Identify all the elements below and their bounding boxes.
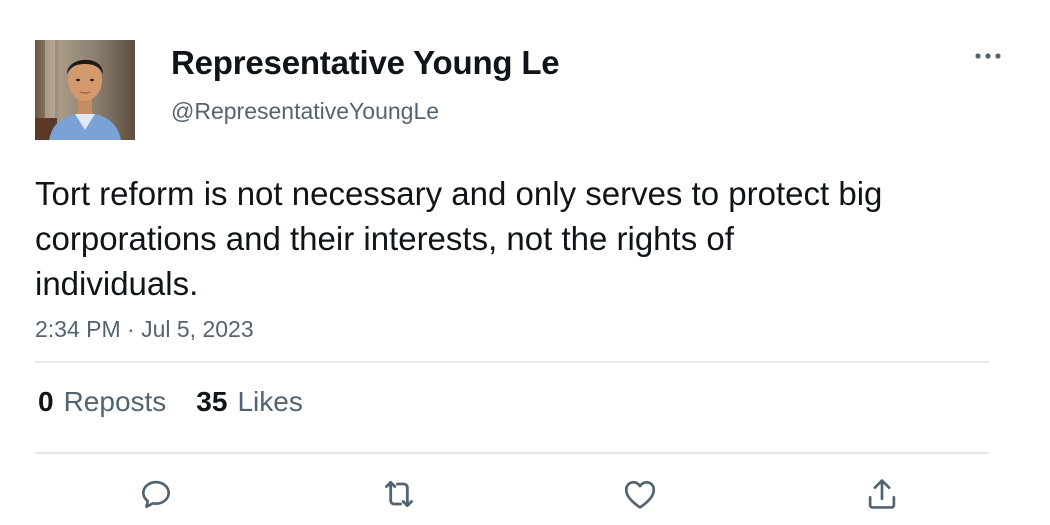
likes-stat[interactable]: 35 Likes bbox=[196, 386, 303, 418]
user-handle[interactable]: @RepresentativeYoungLe bbox=[171, 98, 439, 125]
reply-button[interactable] bbox=[136, 474, 176, 514]
reposts-stat[interactable]: 0 Reposts bbox=[38, 386, 166, 418]
profile-photo-icon bbox=[35, 40, 135, 140]
more-dots-icon bbox=[975, 53, 1001, 59]
engagement-stats: 0 Reposts 35 Likes bbox=[38, 386, 303, 418]
repost-icon bbox=[385, 480, 413, 508]
reposts-label: Reposts bbox=[63, 386, 167, 417]
likes-label: Likes bbox=[237, 386, 303, 417]
repost-button[interactable] bbox=[379, 474, 419, 514]
like-button[interactable] bbox=[620, 474, 660, 514]
tweet-card: Representative Young Le @RepresentativeY… bbox=[0, 0, 1050, 525]
avatar[interactable] bbox=[35, 40, 135, 140]
display-name[interactable]: Representative Young Le bbox=[171, 44, 560, 82]
divider bbox=[35, 361, 989, 363]
like-icon bbox=[624, 480, 656, 509]
tweet-timestamp[interactable]: 2:34 PM · Jul 5, 2023 bbox=[35, 316, 254, 343]
likes-count: 35 bbox=[196, 386, 228, 417]
divider bbox=[35, 452, 989, 454]
more-options-button[interactable] bbox=[972, 46, 1004, 66]
reposts-count: 0 bbox=[38, 386, 54, 417]
reply-icon bbox=[141, 480, 171, 509]
tweet-text: Tort reform is not necessary and only se… bbox=[35, 175, 883, 302]
share-button[interactable] bbox=[862, 474, 902, 514]
share-icon bbox=[868, 479, 896, 509]
